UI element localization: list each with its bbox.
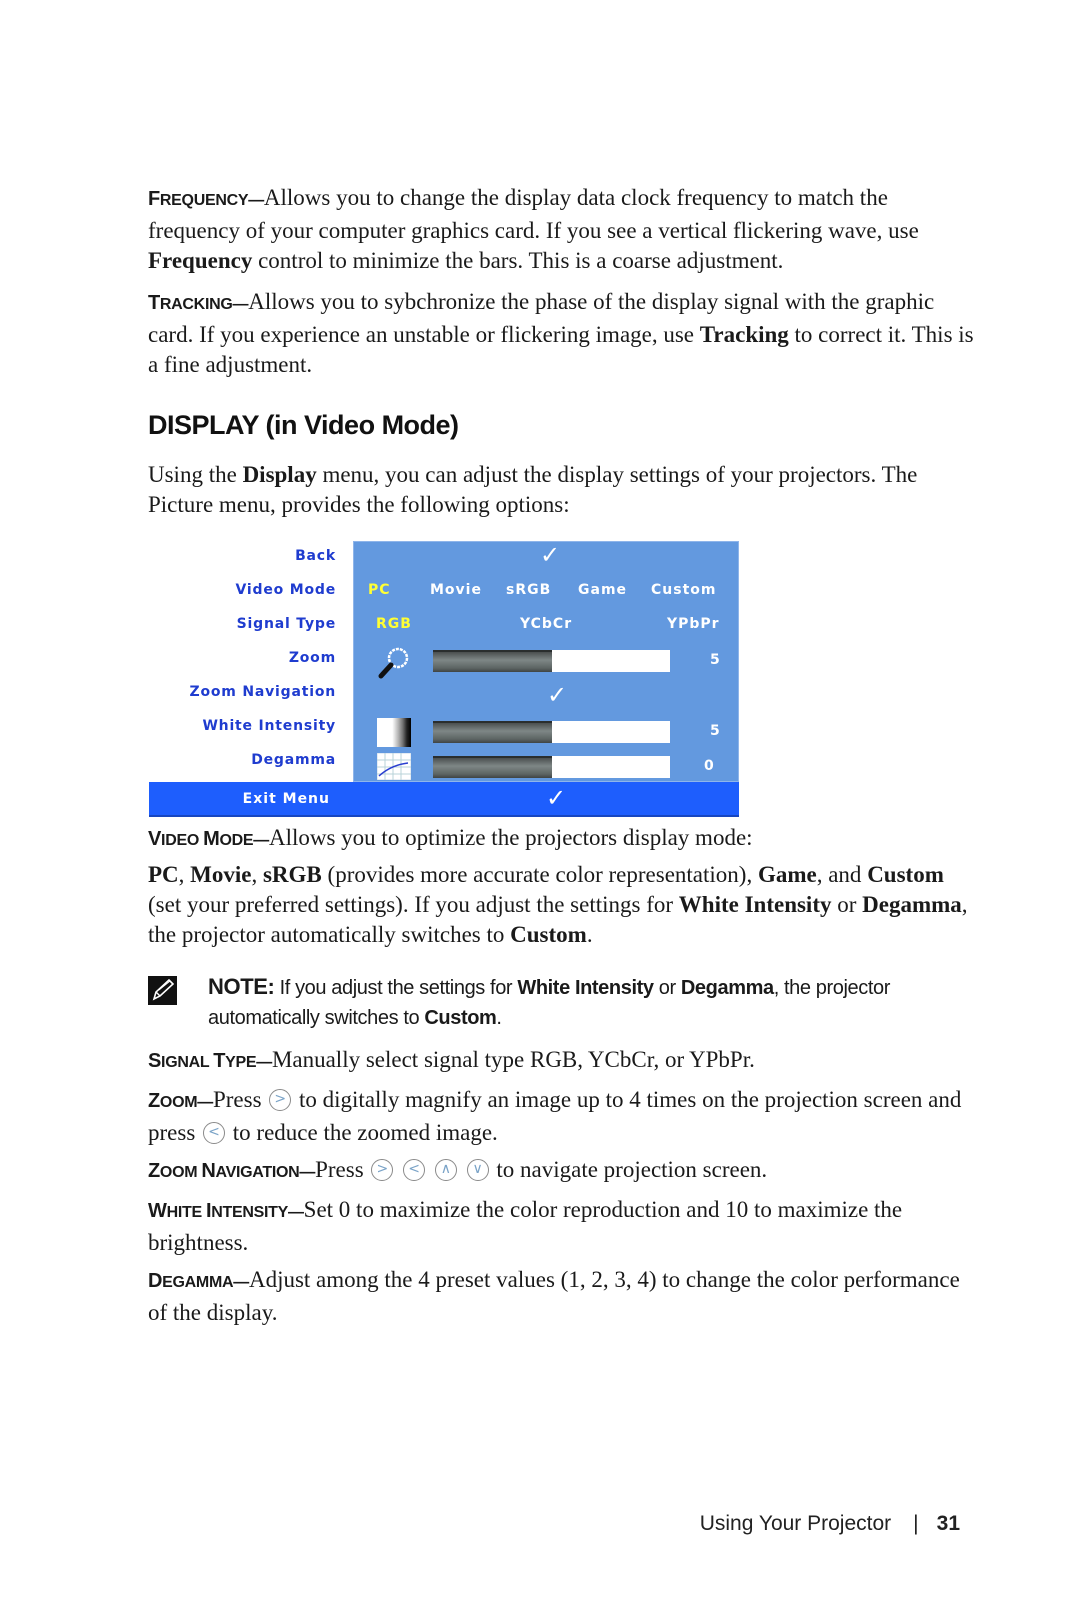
bold-term: White Intensity bbox=[678, 892, 832, 917]
white-intensity-icon bbox=[377, 718, 411, 747]
magnifier-icon bbox=[378, 647, 409, 679]
tracking-paragraph: TRACKING—Allows you to sybchronize the p… bbox=[148, 289, 974, 377]
osd-label-signal-type[interactable]: Signal Type bbox=[237, 616, 336, 632]
osd-label-degamma[interactable]: Degamma bbox=[251, 752, 336, 768]
bold-term: Degamma bbox=[862, 892, 962, 917]
note-pencil-icon bbox=[148, 976, 177, 1005]
signal-type-option-ypbpr[interactable]: YPbPr bbox=[667, 616, 720, 632]
osd-label-zoom[interactable]: Zoom bbox=[289, 650, 336, 666]
right-button-icon: > bbox=[371, 1159, 394, 1181]
white-intensity-lead: WHITE INTENSITY— bbox=[148, 1200, 304, 1222]
zoom-slider[interactable] bbox=[433, 650, 670, 672]
text-segment: (provides more accurate color representa… bbox=[321, 862, 758, 887]
text-segment: . bbox=[586, 922, 593, 947]
zoom-slider-fill bbox=[433, 650, 552, 672]
zoom-value: 5 bbox=[710, 652, 721, 668]
back-check-icon[interactable]: ✓ bbox=[540, 543, 560, 567]
video-mode-option-srgb[interactable]: sRGB bbox=[506, 582, 551, 598]
section-title: DISPLAY (in Video Mode) bbox=[148, 410, 459, 440]
white-intensity-paragraph: WHITE INTENSITY—Set 0 to maximize the co… bbox=[148, 1197, 903, 1255]
zoom-navigation-lead: ZOOM NAVIGATION— bbox=[148, 1160, 316, 1182]
bold-term: Custom bbox=[510, 922, 587, 947]
video-mode-paragraph: VIDEO MODE—Allows you to optimize the pr… bbox=[148, 825, 753, 850]
exit-menu-label[interactable]: Exit Menu bbox=[243, 791, 330, 807]
text-segment: , bbox=[251, 862, 263, 887]
video-mode-option-movie[interactable]: Movie bbox=[430, 582, 482, 598]
white-intensity-value: 5 bbox=[710, 723, 721, 739]
video-mode-detail: PC, Movie, sRGB (provides more accurate … bbox=[148, 860, 978, 950]
exit-menu-check-icon[interactable]: ✓ bbox=[546, 786, 566, 810]
degamma-value: 0 bbox=[704, 758, 715, 774]
text-segment: or bbox=[831, 892, 863, 917]
page-number: 31 bbox=[936, 1512, 960, 1535]
bold-term: PC bbox=[148, 862, 179, 887]
left-button-icon: < bbox=[203, 1122, 226, 1144]
degamma-paragraph: DEGAMMA—Adjust among the 4 preset values… bbox=[148, 1267, 960, 1325]
zoom-navigation-paragraph: ZOOM NAVIGATION—Press > < ∧ ∨ to navigat… bbox=[148, 1157, 768, 1182]
signal-type-lead: SIGNAL TYPE— bbox=[148, 1050, 272, 1072]
white-intensity-slider-fill bbox=[433, 721, 552, 743]
degamma-slider[interactable] bbox=[433, 756, 670, 778]
degamma-slider-fill bbox=[433, 756, 552, 778]
text-segment: , bbox=[178, 862, 191, 887]
osd-label-white-intensity[interactable]: White Intensity bbox=[202, 718, 336, 734]
section-intro: Using the Display menu, you can adjust t… bbox=[148, 462, 918, 517]
left-button-icon: < bbox=[403, 1159, 426, 1181]
up-button-icon: ∧ bbox=[434, 1159, 457, 1181]
osd-label-back[interactable]: Back bbox=[295, 548, 336, 564]
tracking-lead: TRACKING— bbox=[148, 292, 249, 314]
frequency-paragraph: FREQUENCY—Allows you to change the displ… bbox=[148, 185, 919, 273]
right-button-icon: > bbox=[269, 1089, 292, 1111]
degamma-lead: DEGAMMA— bbox=[148, 1270, 249, 1292]
footer-separator: | bbox=[913, 1512, 919, 1535]
zoom-lead: ZOOM— bbox=[148, 1090, 213, 1112]
bold-term: Custom bbox=[867, 862, 944, 887]
text-segment: (set your preferred settings). If you ad… bbox=[148, 892, 679, 917]
bold-term: Game bbox=[757, 862, 817, 887]
osd-label-video-mode[interactable]: Video Mode bbox=[236, 582, 336, 598]
bold-term: sRGB bbox=[262, 862, 322, 887]
page-footer: Using Your Projector | 31 bbox=[700, 1512, 960, 1536]
video-mode-option-game[interactable]: Game bbox=[578, 582, 627, 598]
signal-type-option-rgb[interactable]: RGB bbox=[376, 616, 412, 632]
white-intensity-slider[interactable] bbox=[433, 721, 670, 743]
frequency-lead: FREQUENCY— bbox=[148, 188, 264, 210]
signal-type-paragraph: SIGNAL TYPE—Manually select signal type … bbox=[148, 1047, 755, 1072]
video-mode-lead: VIDEO MODE— bbox=[148, 828, 269, 850]
down-button-icon: ∨ bbox=[466, 1159, 489, 1181]
footer-chapter: Using Your Projector bbox=[699, 1512, 892, 1535]
video-mode-option-pc[interactable]: PC bbox=[368, 582, 391, 598]
osd-label-zoom-navigation[interactable]: Zoom Navigation bbox=[190, 684, 336, 700]
note-text: NOTE: If you adjust the settings for Whi… bbox=[208, 974, 890, 1029]
bold-term: Movie bbox=[190, 862, 252, 887]
text-segment: , and bbox=[816, 862, 868, 887]
video-mode-option-custom[interactable]: Custom bbox=[651, 582, 716, 598]
zoom-paragraph: ZOOM—Press > to digitally magnify an ima… bbox=[148, 1087, 962, 1145]
degamma-curve-icon bbox=[377, 753, 411, 780]
exit-menu-bar[interactable]: Exit Menu ✓ bbox=[149, 782, 739, 817]
zoom-navigation-check-icon[interactable]: ✓ bbox=[547, 683, 567, 707]
signal-type-option-ycbcr[interactable]: YCbCr bbox=[520, 616, 572, 632]
